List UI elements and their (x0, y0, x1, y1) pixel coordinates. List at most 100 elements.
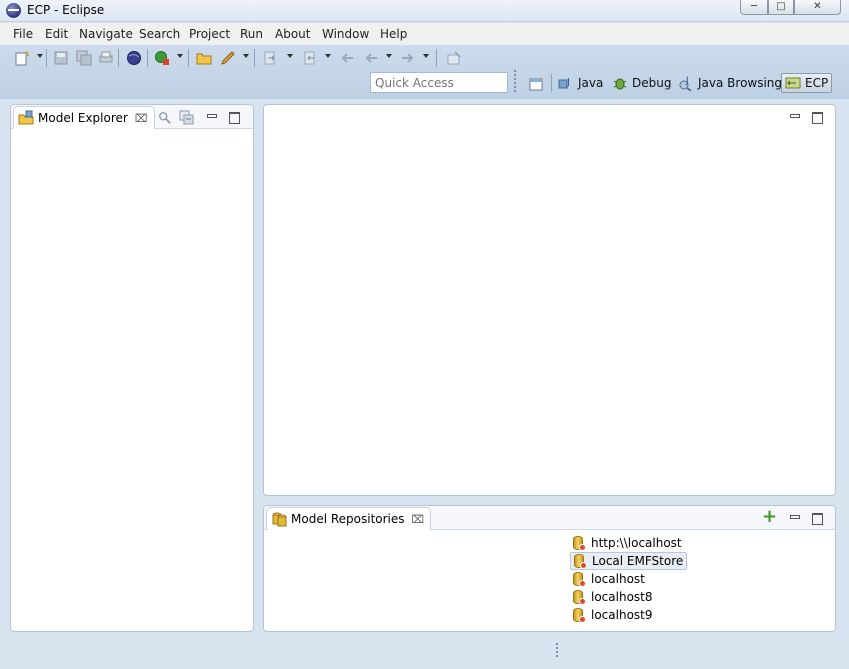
perspective-debug-label: Debug (632, 76, 672, 90)
menu-run[interactable]: Run (240, 27, 263, 41)
tab-model-repositories[interactable]: Model Repositories ⌧ (266, 507, 432, 530)
menu-file[interactable]: File (13, 27, 33, 41)
collapse-all-icon[interactable] (179, 110, 195, 126)
list-item[interactable]: localhost (570, 570, 687, 588)
ecp-perspective-icon (785, 77, 801, 89)
toolbar-grip[interactable] (514, 70, 516, 94)
last-edit-icon[interactable] (339, 50, 355, 66)
window-title: ECP - Eclipse (27, 3, 105, 17)
perspective-ecp[interactable]: ECP (781, 73, 833, 93)
model-repositories-tab-label: Model Repositories (291, 512, 405, 526)
close-window-button[interactable]: ✕ (794, 0, 841, 15)
new-dropdown-icon[interactable] (37, 54, 43, 58)
new-file-icon[interactable] (14, 50, 30, 66)
toolbar-separator (147, 49, 148, 67)
repository-list: http:\\localhost Local EMFStore localhos… (570, 534, 688, 624)
repository-label: localhost (591, 572, 645, 586)
maximize-window-button[interactable]: □ (768, 0, 794, 15)
perspective-debug[interactable]: Debug (612, 73, 671, 93)
next-annotation-icon[interactable] (262, 50, 278, 66)
model-explorer-panel: Model Explorer ⌧ (10, 104, 254, 632)
menu-help[interactable]: Help (380, 27, 407, 41)
svg-text:J: J (566, 77, 570, 88)
repository-label: localhost9 (591, 608, 653, 622)
open-perspective-icon[interactable] (529, 76, 545, 92)
pen-tool-icon[interactable] (220, 50, 236, 66)
model-explorer-tab-label: Model Explorer (38, 111, 128, 125)
model-repositories-tabbar: Model Repositories ⌧ + (264, 506, 835, 530)
repository-database-icon (573, 589, 586, 605)
menu-edit[interactable]: Edit (45, 27, 68, 41)
menu-navigate[interactable]: Navigate (79, 27, 133, 41)
list-item[interactable]: http:\\localhost (570, 534, 687, 552)
repository-database-icon (574, 553, 587, 569)
model-repositories-panel: Model Repositories ⌧ + http:\\localhost … (263, 505, 836, 632)
print-icon[interactable] (98, 50, 114, 66)
model-repositories-icon (272, 512, 287, 527)
menu-bar: File Edit Navigate Search Project Run Ab… (0, 23, 849, 45)
perspective-ecp-label: ECP (805, 76, 829, 90)
status-bar-grip[interactable] (556, 643, 558, 659)
maximize-view-icon[interactable] (811, 512, 823, 525)
list-item[interactable]: Local EMFStore (570, 552, 688, 570)
close-tab-icon[interactable]: ⌧ (412, 513, 425, 526)
perspective-java[interactable]: J Java (558, 73, 603, 93)
next-annotation-dropdown-icon[interactable] (287, 54, 293, 58)
java-perspective-icon: J (558, 77, 570, 89)
java-browsing-icon: J (679, 76, 692, 91)
eclipse-logo-icon (6, 3, 21, 18)
save-all-icon[interactable] (76, 50, 92, 66)
menu-window[interactable]: Window (322, 27, 369, 41)
minimize-window-button[interactable]: ─ (740, 0, 768, 15)
add-repository-icon[interactable]: + (762, 507, 777, 527)
maximize-editor-icon[interactable] (811, 111, 823, 124)
forward-arrow-icon[interactable] (400, 50, 416, 66)
quick-access-input[interactable] (370, 72, 508, 93)
run-dropdown-icon[interactable] (177, 54, 183, 58)
model-explorer-icon (18, 110, 34, 125)
repository-database-icon (573, 571, 586, 587)
repository-database-icon (573, 607, 586, 623)
globe-icon[interactable] (126, 50, 142, 66)
toolbar-separator (436, 49, 437, 67)
list-item[interactable]: localhost8 (570, 588, 687, 606)
minimize-view-icon[interactable] (788, 512, 800, 524)
pin-editor-icon[interactable] (446, 50, 462, 66)
repository-database-icon (573, 535, 586, 551)
close-tab-icon[interactable]: ⌧ (135, 112, 148, 125)
toolbar-separator (46, 49, 47, 67)
prev-annotation-icon[interactable] (302, 50, 318, 66)
run-config-icon[interactable] (154, 50, 170, 66)
back-arrow-icon[interactable] (363, 50, 379, 66)
minimize-view-icon[interactable] (205, 111, 217, 123)
editor-area (263, 104, 836, 496)
menu-project[interactable]: Project (189, 27, 230, 41)
repository-label: Local EMFStore (592, 554, 684, 568)
repository-label: localhost8 (591, 590, 653, 604)
back-dropdown-icon[interactable] (386, 54, 392, 58)
maximize-view-icon[interactable] (228, 111, 240, 124)
toolbar-separator (188, 49, 189, 67)
list-item[interactable]: localhost9 (570, 606, 687, 624)
forward-dropdown-icon[interactable] (423, 54, 429, 58)
model-explorer-tabbar: Model Explorer ⌧ (11, 105, 253, 129)
toolbar-separator (254, 49, 255, 67)
search-icon[interactable] (158, 111, 172, 125)
menu-about[interactable]: About (275, 27, 310, 41)
debug-bug-icon (613, 78, 627, 90)
menu-search[interactable]: Search (139, 27, 180, 41)
save-icon[interactable] (53, 50, 69, 66)
svg-text:J: J (685, 76, 689, 86)
prev-annotation-dropdown-icon[interactable] (325, 54, 331, 58)
title-bar: ECP - Eclipse ─ □ ✕ (0, 0, 849, 22)
pen-dropdown-icon[interactable] (243, 54, 249, 58)
open-folder-icon[interactable] (196, 50, 212, 66)
toolbar-separator (551, 74, 552, 92)
perspective-java-browsing[interactable]: J Java Browsing (678, 73, 782, 93)
repository-label: http:\\localhost (591, 536, 682, 550)
minimize-editor-icon[interactable] (788, 111, 800, 123)
perspective-java-browsing-label: Java Browsing (698, 76, 783, 90)
tab-model-explorer[interactable]: Model Explorer ⌧ (13, 106, 155, 129)
toolbar-separator (118, 49, 119, 67)
perspective-java-label: Java (578, 76, 604, 90)
